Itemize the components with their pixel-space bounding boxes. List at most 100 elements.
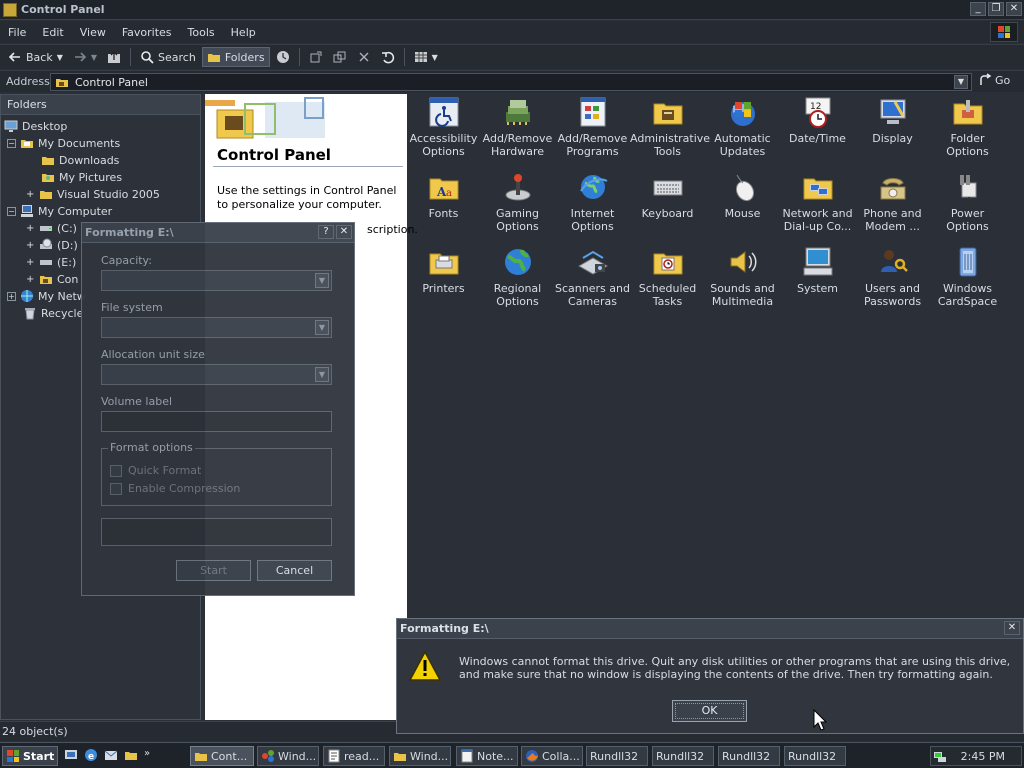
task-firefox[interactable]: Colla... [521,746,583,766]
menu-view[interactable]: View [72,26,114,39]
collapse-icon[interactable]: − [7,206,16,216]
capacity-select[interactable]: ▼ [101,270,332,291]
tree-item-my-pictures[interactable]: My Pictures [41,169,122,185]
ok-button[interactable]: OK [672,700,747,722]
collapse-icon[interactable]: − [7,138,16,148]
views-button[interactable]: ▼ [410,47,442,67]
menu-edit[interactable]: Edit [34,26,71,39]
printers-item[interactable]: Printers [406,246,481,318]
volume-label-input[interactable] [101,411,332,432]
address-dropdown-icon[interactable]: ▼ [954,75,968,89]
move-to-button[interactable] [305,47,327,67]
forward-button[interactable]: ▼ [69,47,101,67]
folders-button[interactable]: Folders [201,47,270,67]
close-button[interactable]: ✕ [1006,2,1022,16]
more-quick-launch-icon[interactable]: » [144,748,150,762]
network-dialup-item[interactable]: Network and Dial-up Co... [780,171,855,243]
expand-icon[interactable]: + [26,257,35,268]
menu-tools[interactable]: Tools [180,26,223,39]
tree-item-downloads[interactable]: Downloads [41,152,119,168]
menu-favorites[interactable]: Favorites [114,26,180,39]
mouse-item[interactable]: Mouse [705,171,780,243]
scheduled-tasks-item[interactable]: Scheduled Tasks [630,246,705,318]
delete-button[interactable] [353,47,375,67]
task-control-panel[interactable]: Cont... [190,746,254,766]
undo-button[interactable] [377,47,399,67]
views-dropdown-icon[interactable]: ▼ [432,53,438,62]
back-dropdown-icon[interactable]: ▼ [57,53,63,62]
display-item[interactable]: Display [855,96,930,168]
tree-item-my-documents[interactable]: − My Documents [7,135,120,151]
tree-item-drive-d[interactable]: + (D:) [26,237,78,253]
allocation-unit-select[interactable]: ▼ [101,364,332,385]
gaming-options-item[interactable]: Gaming Options [480,171,555,243]
date-time-item[interactable]: 12 Date/Time [780,96,855,168]
users-passwords-item[interactable]: Users and Passwords [855,246,930,318]
power-options-item[interactable]: Power Options [930,171,1005,243]
start-button[interactable]: Start [176,560,251,581]
back-button[interactable]: Back ▼ [4,47,67,67]
expand-icon[interactable]: + [26,274,35,285]
tree-item-desktop[interactable]: Desktop [4,118,67,134]
automatic-updates-item[interactable]: Automatic Updates [705,96,780,168]
task-rundll32-4[interactable]: Rundll32 [784,746,846,766]
scanners-cameras-item[interactable]: Scanners and Cameras [555,246,630,318]
help-button[interactable]: ? [318,225,334,239]
expand-icon[interactable]: + [26,189,35,200]
show-desktop-icon[interactable] [64,748,78,762]
go-button[interactable]: Go [978,73,1010,87]
sounds-multimedia-item[interactable]: Sounds and Multimedia [705,246,780,318]
task-notepad[interactable]: Note... [456,746,518,766]
add-remove-programs-item[interactable]: Add/Remove Programs [555,96,630,168]
phone-modem-item[interactable]: Phone and Modem ... [855,171,930,243]
enable-compression-checkbox[interactable]: Enable Compression [110,482,240,495]
menu-file[interactable]: File [0,26,34,39]
tree-item-visual-studio-2005[interactable]: + Visual Studio 2005 [26,186,160,202]
task-windows-2[interactable]: Wind... [389,746,451,766]
tree-item-my-network[interactable]: + My Netw [7,288,86,304]
up-folder-button[interactable] [103,47,125,67]
copy-to-button[interactable] [329,47,351,67]
tree-item-drive-e[interactable]: + (E:) [26,254,76,270]
administrative-tools-item[interactable]: Administrative Tools [630,96,710,168]
internet-options-item[interactable]: Internet Options [555,171,630,243]
minimize-button[interactable]: _ [970,2,986,16]
expand-icon[interactable]: + [26,223,35,234]
keyboard-item[interactable]: Keyboard [630,171,705,243]
accessibility-options-item[interactable]: Accessibility Options [406,96,481,168]
expand-icon[interactable]: + [7,291,16,301]
file-system-select[interactable]: ▼ [101,317,332,338]
expand-icon[interactable]: + [26,240,35,251]
task-rundll32-1[interactable]: Rundll32 [586,746,648,766]
maximize-button[interactable]: ❐ [988,2,1004,16]
network-tray-icon[interactable] [933,749,947,763]
tree-item-my-computer[interactable]: − My Computer [7,203,112,219]
quick-format-checkbox[interactable]: Quick Format [110,464,201,477]
forward-dropdown-icon[interactable]: ▼ [91,53,97,62]
system-item[interactable]: System [780,246,855,318]
task-readme[interactable]: read... [323,746,385,766]
outlook-icon[interactable] [104,748,118,762]
add-remove-hardware-item[interactable]: Add/Remove Hardware [480,96,555,168]
clock[interactable]: 2:45 PM [961,750,1005,763]
folder-icon[interactable] [124,748,138,762]
error-dialog-close-button[interactable]: ✕ [1004,621,1020,635]
fonts-item[interactable]: Aa Fonts [406,171,481,243]
cancel-button[interactable]: Cancel [257,560,332,581]
internet-explorer-icon[interactable]: e [84,748,98,762]
task-rundll32-2[interactable]: Rundll32 [652,746,714,766]
folder-options-item[interactable]: Folder Options [930,96,1005,168]
format-dialog-close-button[interactable]: ✕ [336,225,352,239]
task-rundll32-3[interactable]: Rundll32 [718,746,780,766]
start-button[interactable]: Start [2,746,58,766]
search-button[interactable]: Search [136,47,200,67]
windows-cardspace-item[interactable]: Windows CardSpace [930,246,1005,318]
tree-item-recycle-bin[interactable]: Recycle [23,305,83,321]
history-button[interactable] [272,47,294,67]
menu-help[interactable]: Help [223,26,264,39]
tree-item-drive-c[interactable]: + (C:) [26,220,77,236]
tree-item-control-panel[interactable]: + Con [26,271,78,287]
regional-options-item[interactable]: Regional Options [480,246,555,318]
task-windows-1[interactable]: Wind... [257,746,319,766]
address-input[interactable]: Control Panel ▼ [50,73,972,91]
